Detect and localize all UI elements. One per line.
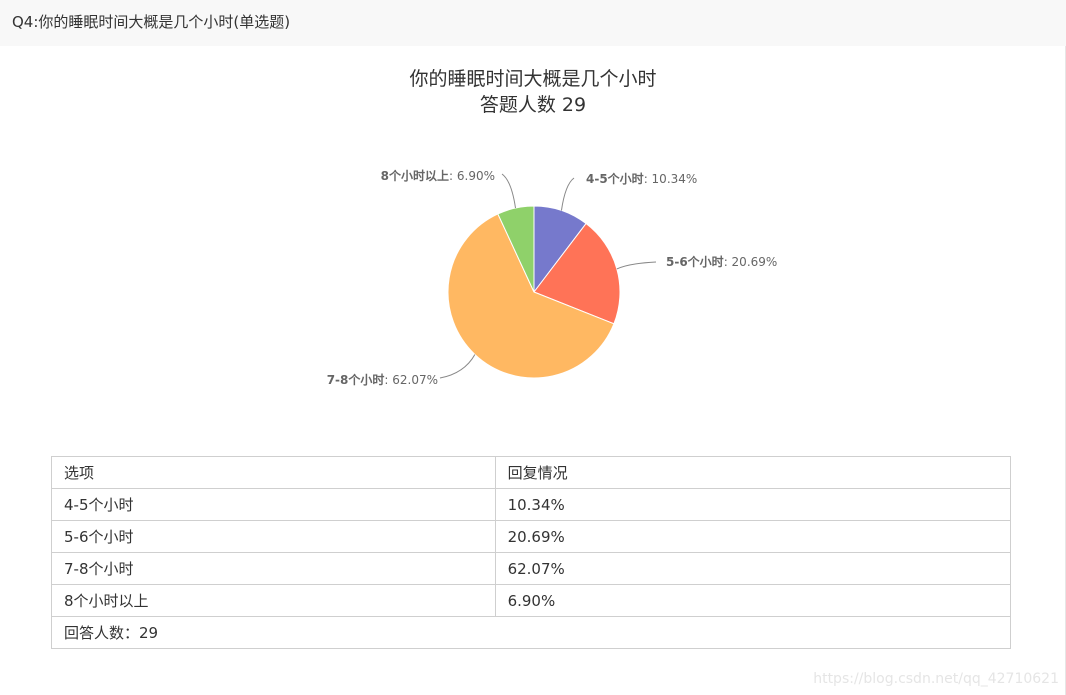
leader-line <box>560 177 575 211</box>
table-cell-option: 7-8个小时 <box>51 552 496 585</box>
table-cell-option: 8个小时以上 <box>51 584 496 617</box>
table-cell-result: 62.07% <box>494 552 1012 585</box>
slice-label: 4-5个小时: 10.34% <box>586 171 697 186</box>
table-cell-result: 10.34% <box>494 488 1012 521</box>
survey-question-card: Q4:你的睡眠时间大概是几个小时(单选题) 4-5个小时: 10.34% 5-6个… <box>0 0 1066 695</box>
table-header-row: 选项 回复情况 <box>51 456 1012 489</box>
table-row: 7-8个小时 62.07% <box>51 552 1012 585</box>
chart-title: 你的睡眠时间大概是几个小时 <box>409 68 657 90</box>
table-cell-result: 20.69% <box>494 520 1012 553</box>
table-row: 5-6个小时 20.69% <box>51 520 1012 553</box>
chart-subtitle: 答题人数 29 <box>479 94 587 116</box>
leader-line <box>616 261 657 270</box>
leader-line <box>439 354 476 379</box>
watermark: https://blog.csdn.net/qq_42710621 <box>813 671 1059 687</box>
table-cell-option: 4-5个小时 <box>51 488 496 521</box>
slice-label: 8个小时以上: 6.90% <box>381 168 495 183</box>
table-row: 8个小时以上 6.90% <box>51 584 1012 617</box>
slice-label: 7-8个小时: 62.07% <box>327 372 438 387</box>
table-header-option: 选项 <box>51 456 496 489</box>
table-header-result: 回复情况 <box>494 456 1012 489</box>
table-footer-row: 回答人数：29 <box>51 616 1011 649</box>
slice-label: 5-6个小时: 20.69% <box>666 254 777 269</box>
table-cell-option: 5-6个小时 <box>51 520 496 553</box>
leader-line <box>501 173 516 209</box>
respondent-count: 回答人数：29 <box>51 616 1011 649</box>
table-cell-result: 6.90% <box>494 584 1012 617</box>
table-row: 4-5个小时 10.34% <box>51 488 1012 521</box>
results-table: 选项 回复情况 4-5个小时 10.34% 5-6个小时 20.69% 7-8个… <box>51 456 1012 649</box>
